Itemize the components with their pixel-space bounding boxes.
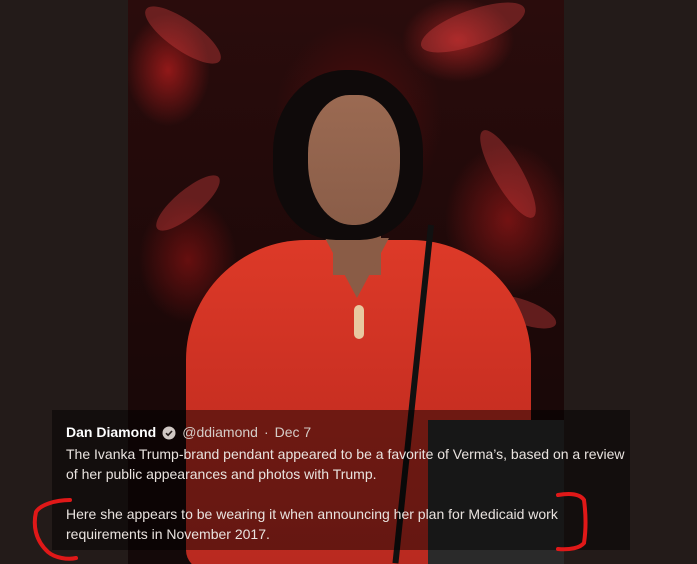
- author-handle[interactable]: @ddiamond: [182, 422, 258, 442]
- tweet-text-paragraph-1: The Ivanka Trump-brand pendant appeared …: [66, 446, 625, 482]
- tweet-meta: Dan Diamond @ddiamond · Dec 7: [66, 422, 626, 442]
- tweet-text-paragraph-2: Here she appears to be wearing it when a…: [66, 506, 558, 542]
- meta-separator: ·: [263, 424, 269, 440]
- tweet-card: Dan Diamond @ddiamond · Dec 7 The Ivanka…: [66, 422, 626, 564]
- author-name[interactable]: Dan Diamond: [66, 422, 156, 442]
- tweet-date[interactable]: Dec 7: [275, 422, 312, 442]
- verified-badge-icon: [162, 425, 176, 440]
